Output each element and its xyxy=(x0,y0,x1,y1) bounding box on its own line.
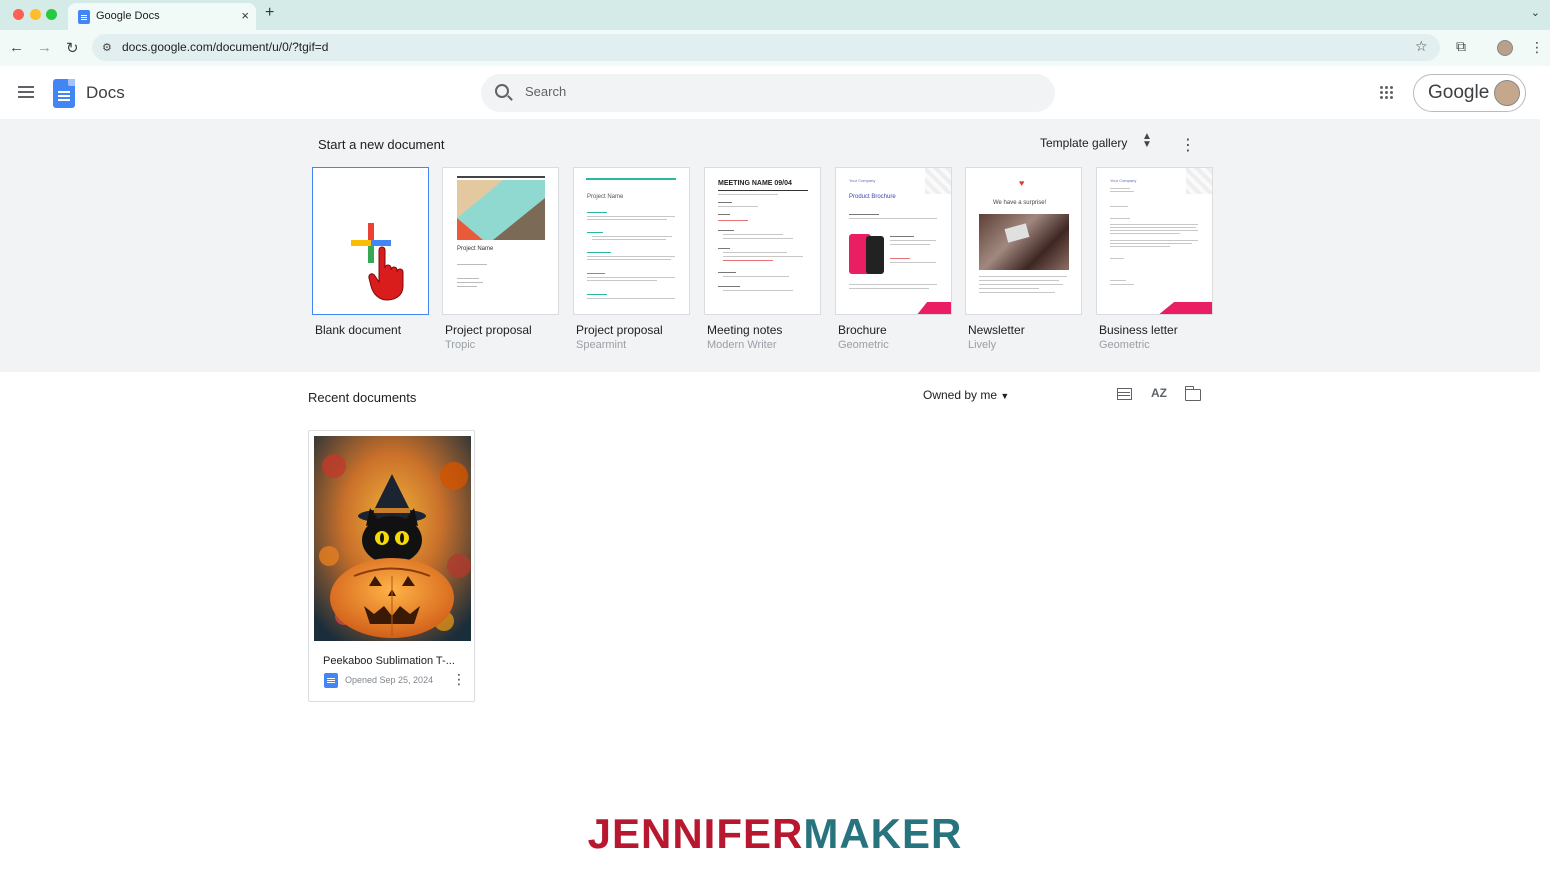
owner-filter-label: Owned by me xyxy=(923,388,998,402)
template-project-proposal-tropic[interactable]: Project Name Project proposal Tropic xyxy=(442,167,559,351)
document-opened-date: Opened Sep 25, 2024 xyxy=(345,675,434,685)
template-meeting-notes[interactable]: MEETING NAME 09/04 Meeting notes Modern … xyxy=(704,167,821,351)
avatar xyxy=(1494,80,1520,106)
template-thumbnail[interactable]: Your Company Product Brochure xyxy=(835,167,952,315)
template-thumbnail[interactable]: Project Name xyxy=(573,167,690,315)
template-name: Project proposal xyxy=(445,323,532,337)
recent-documents-heading: Recent documents xyxy=(308,390,417,405)
back-icon[interactable]: ← xyxy=(9,39,24,56)
docs-logo-icon[interactable] xyxy=(53,79,75,108)
template-brochure[interactable]: Your Company Product Brochure Brochure G… xyxy=(835,167,952,351)
url-text[interactable]: docs.google.com/document/u/0/?tgif=d xyxy=(122,40,328,54)
template-thumbnail[interactable]: MEETING NAME 09/04 xyxy=(704,167,821,315)
template-gallery-button[interactable]: Template gallery xyxy=(1040,136,1127,150)
template-thumbnail[interactable]: Project Name xyxy=(442,167,559,315)
docs-header: Docs Google xyxy=(0,66,1550,119)
owner-filter-dropdown[interactable]: Owned by me ▼ xyxy=(923,388,1009,402)
jennifermaker-watermark: JENNIFERMAKER xyxy=(0,810,1550,858)
template-style: Spearmint xyxy=(576,339,627,351)
list-view-icon[interactable] xyxy=(1117,388,1132,400)
thumb-company: Your Company xyxy=(849,178,876,183)
thumb-title: Project Name xyxy=(587,194,624,200)
google-wordmark: Google xyxy=(1428,82,1490,103)
document-thumbnail[interactable] xyxy=(314,436,471,641)
thumb-title: MEETING NAME 09/04 xyxy=(718,180,792,187)
reload-icon[interactable]: ↻ xyxy=(66,39,79,57)
template-section: Start a new document Template gallery ▲ ▼… xyxy=(0,119,1540,372)
browser-tab-strip: Google Docs × + ⌄ xyxy=(0,0,1550,30)
halloween-cat-pumpkin-image xyxy=(314,436,471,641)
minimize-window-button[interactable] xyxy=(30,9,41,20)
folder-picker-icon[interactable] xyxy=(1184,386,1201,401)
template-thumbnail[interactable]: Your Company xyxy=(1096,167,1213,315)
close-window-button[interactable] xyxy=(13,9,24,20)
profile-icon[interactable] xyxy=(1497,40,1513,56)
maximize-window-button[interactable] xyxy=(46,9,57,20)
heart-icon: ♥ xyxy=(1019,178,1025,188)
sort-az-icon[interactable]: AZ xyxy=(1151,386,1167,400)
menu-icon[interactable]: ⋮ xyxy=(1530,39,1544,56)
docs-file-icon xyxy=(324,673,338,688)
template-style: Geometric xyxy=(838,339,889,351)
document-more-icon[interactable]: ⋮ xyxy=(452,671,466,688)
thumb-company: Your Company xyxy=(1110,178,1137,183)
main-menu-icon[interactable] xyxy=(18,86,34,98)
template-style: Geometric xyxy=(1099,339,1150,351)
template-newsletter[interactable]: ♥ We have a surprise! Newsletter Lively xyxy=(965,167,1082,351)
address-bar[interactable]: ⚙ docs.google.com/document/u/0/?tgif=d xyxy=(92,34,1440,61)
tab-close-icon[interactable]: × xyxy=(241,8,249,23)
template-name: Blank document xyxy=(315,323,402,337)
search-icon[interactable] xyxy=(495,84,509,98)
template-style: Tropic xyxy=(445,339,476,351)
extensions-icon[interactable]: ⧉ xyxy=(1456,38,1466,55)
start-new-document-heading: Start a new document xyxy=(318,137,445,152)
document-card[interactable]: Peekaboo Sublimation T-... Opened Sep 25… xyxy=(308,430,475,702)
browser-toolbar: ← → ↻ ⚙ docs.google.com/document/u/0/?tg… xyxy=(0,30,1550,66)
search-bar[interactable] xyxy=(481,74,1055,112)
thumb-title: We have a surprise! xyxy=(993,200,1047,206)
docs-favicon-icon xyxy=(78,10,90,24)
template-style: Lively xyxy=(968,339,997,351)
watermark-part-2: MAKER xyxy=(803,810,963,857)
tropic-preview xyxy=(457,176,545,287)
unfold-icon[interactable]: ▲ ▼ xyxy=(1142,132,1152,150)
forward-icon[interactable]: → xyxy=(37,39,52,56)
watermark-part-1: JENNIFER xyxy=(587,810,804,857)
template-project-proposal-spearmint[interactable]: Project Name Project proposal Spearmint xyxy=(573,167,690,351)
thumb-title: Product Brochure xyxy=(849,194,896,200)
template-business-letter[interactable]: Your Company Business letter Geometric xyxy=(1096,167,1213,351)
site-settings-icon[interactable]: ⚙ xyxy=(102,41,112,54)
dropdown-arrow-icon: ▼ xyxy=(1000,391,1010,401)
star-icon[interactable]: ☆ xyxy=(1415,38,1428,55)
tab-search-icon[interactable]: ⌄ xyxy=(1531,6,1540,19)
account-button[interactable]: Google xyxy=(1413,74,1526,112)
thumb-title: Project Name xyxy=(457,246,494,252)
template-name: Project proposal xyxy=(576,323,663,337)
browser-tab[interactable]: Google Docs × xyxy=(68,3,256,30)
new-tab-icon[interactable]: + xyxy=(265,4,274,22)
google-apps-icon[interactable] xyxy=(1380,86,1394,100)
app-name[interactable]: Docs xyxy=(86,83,125,103)
template-name: Meeting notes xyxy=(707,323,783,337)
search-input[interactable] xyxy=(525,84,1025,99)
template-more-icon[interactable]: ⋮ xyxy=(1180,135,1196,155)
template-style: Modern Writer xyxy=(707,339,777,351)
template-name: Business letter xyxy=(1099,323,1178,337)
tab-title: Google Docs xyxy=(96,10,160,22)
document-title: Peekaboo Sublimation T-... xyxy=(323,655,455,667)
template-thumbnail[interactable]: ♥ We have a surprise! xyxy=(965,167,1082,315)
pointer-hand-icon xyxy=(368,246,404,301)
template-thumbnail[interactable] xyxy=(312,167,429,315)
template-name: Newsletter xyxy=(968,323,1025,337)
template-blank-document[interactable]: Blank document xyxy=(312,167,429,337)
template-name: Brochure xyxy=(838,323,887,337)
